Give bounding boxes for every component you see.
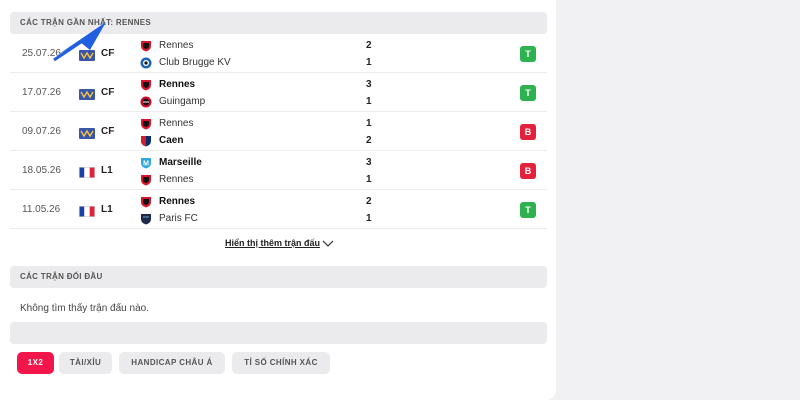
team-name: Guingamp [159, 96, 206, 107]
match-date: 18.05.26 [22, 165, 61, 176]
paris-fc-crest-icon [140, 213, 152, 225]
team-name: Club Brugge KV [159, 57, 231, 68]
match-row[interactable]: 17.07.26 CF Rennes Guingamp 3 1 T [10, 74, 547, 112]
away-score: 2 [366, 135, 372, 146]
team-name: Caen [159, 135, 184, 146]
tab-0[interactable]: 1X2 [17, 352, 54, 374]
team-name: Rennes [159, 196, 196, 207]
rennes-crest-icon [140, 79, 152, 91]
h2h-empty-message: Không tìm thấy trận đấu nào. [20, 303, 149, 314]
club-friendly-icon [79, 126, 95, 139]
section-divider-bar [10, 322, 547, 344]
home-score: 1 [366, 118, 372, 129]
match-row[interactable]: 11.05.26 L1 Rennes Paris FC 2 1 T [10, 191, 547, 229]
home-score: 3 [366, 157, 372, 168]
rennes-crest-icon [140, 196, 152, 208]
france-flag-icon [79, 204, 95, 217]
tab-3[interactable]: TỈ SỐ CHÍNH XÁC [232, 352, 330, 374]
annotation-arrow-icon [53, 22, 106, 62]
competition-code: CF [101, 126, 115, 137]
home-score: 2 [366, 196, 372, 207]
home-score: 2 [366, 40, 372, 51]
match-row[interactable]: 09.07.26 CF Rennes Caen 1 2 B [10, 113, 547, 151]
match-date: 09.07.26 [22, 126, 61, 137]
result-badge: T [520, 85, 536, 101]
rennes-crest-icon [140, 118, 152, 130]
show-more-link[interactable]: Hiển thị thêm trận đấu [225, 238, 320, 248]
home-score: 3 [366, 79, 372, 90]
france-flag-icon [79, 165, 95, 178]
chevron-down-icon[interactable] [322, 239, 334, 249]
match-row[interactable]: 18.05.26 L1 M Marseille Rennes 3 1 B [10, 152, 547, 190]
away-score: 1 [366, 96, 372, 107]
tab-1[interactable]: TÀI/XỈU [59, 352, 112, 374]
result-badge: B [520, 124, 536, 140]
competition-code: CF [101, 87, 115, 98]
result-badge: T [520, 202, 536, 218]
competition-code: L1 [101, 204, 113, 215]
away-score: 1 [366, 57, 372, 68]
competition-code: L1 [101, 165, 113, 176]
team-name: Rennes [159, 174, 194, 185]
rennes-crest-icon [140, 174, 152, 186]
away-score: 1 [366, 174, 372, 185]
team-name: Rennes [159, 40, 194, 51]
marseille-crest-icon: M [140, 157, 152, 169]
rennes-crest-icon [140, 40, 152, 52]
tab-2[interactable]: HANDICAP CHÂU Á [119, 352, 225, 374]
club-friendly-icon [79, 87, 95, 100]
team-name: Marseille [159, 157, 202, 168]
team-name: Rennes [159, 118, 194, 129]
team-name: Rennes [159, 79, 196, 90]
away-score: 1 [366, 213, 372, 224]
result-badge: B [520, 163, 536, 179]
team-name: Paris FC [159, 213, 198, 224]
svg-text:M: M [143, 161, 149, 168]
match-date: 17.07.26 [22, 87, 61, 98]
result-badge: T [520, 46, 536, 62]
caen-crest-icon [140, 135, 152, 147]
guingamp-crest-icon [140, 96, 152, 108]
club-brugge-crest-icon [140, 57, 152, 69]
h2h-header: CÁC TRẬN ĐỐI ĐẦU [10, 266, 547, 288]
match-date: 11.05.26 [22, 204, 61, 215]
